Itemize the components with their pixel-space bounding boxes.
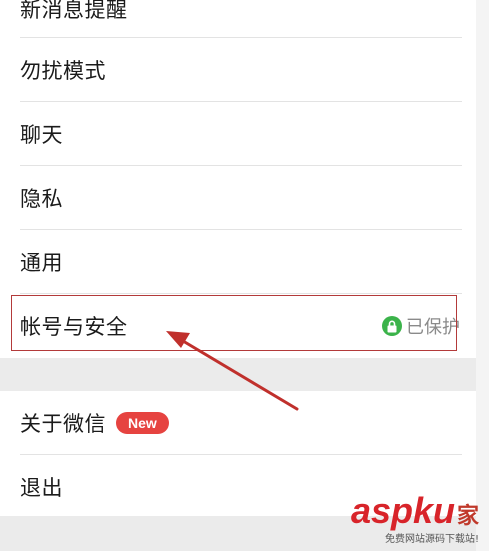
settings-item-label: 帐号与安全 bbox=[20, 315, 128, 339]
section-gap bbox=[0, 358, 476, 391]
settings-item-label: 隐私 bbox=[20, 187, 63, 211]
settings-item-new-message-notifications[interactable]: 新消息提醒 bbox=[0, 0, 476, 38]
watermark-brand-suffix: 家 bbox=[456, 504, 479, 529]
watermark-logo: aspku家 bbox=[351, 493, 479, 529]
settings-item-general[interactable]: 通用 bbox=[0, 230, 476, 294]
settings-item-about-wechat[interactable]: 关于微信 New bbox=[0, 391, 476, 455]
settings-item-label: 退出 bbox=[20, 476, 63, 500]
settings-item-chat[interactable]: 聊天 bbox=[0, 102, 476, 166]
settings-item-privacy[interactable]: 隐私 bbox=[0, 166, 476, 230]
settings-item-label: 关于微信 bbox=[20, 412, 106, 436]
right-edge-strip bbox=[476, 0, 489, 551]
account-status: 已保护 bbox=[382, 313, 460, 339]
settings-item-label: 通用 bbox=[20, 251, 63, 275]
protected-status-text: 已保护 bbox=[406, 317, 460, 338]
watermark-brand: aspku bbox=[350, 490, 455, 531]
settings-item-label: 聊天 bbox=[20, 123, 63, 147]
watermark-subtitle: 免费网站源码下载站! bbox=[384, 534, 479, 545]
new-badge: New bbox=[116, 412, 169, 434]
lock-icon bbox=[382, 316, 402, 336]
settings-item-label: 新消息提醒 bbox=[20, 0, 128, 22]
settings-item-do-not-disturb[interactable]: 勿扰模式 bbox=[0, 38, 476, 102]
settings-list: 新消息提醒 勿扰模式 聊天 隐私 通用 帐号与安全 已保护 关于微信 New 退… bbox=[0, 0, 476, 519]
settings-item-label: 勿扰模式 bbox=[20, 59, 106, 83]
settings-screen: 新消息提醒 勿扰模式 聊天 隐私 通用 帐号与安全 已保护 关于微信 New 退… bbox=[0, 0, 489, 551]
settings-item-account-security[interactable]: 帐号与安全 已保护 bbox=[0, 294, 476, 358]
watermark: aspku家 免费网站源码下载站! bbox=[351, 493, 479, 546]
